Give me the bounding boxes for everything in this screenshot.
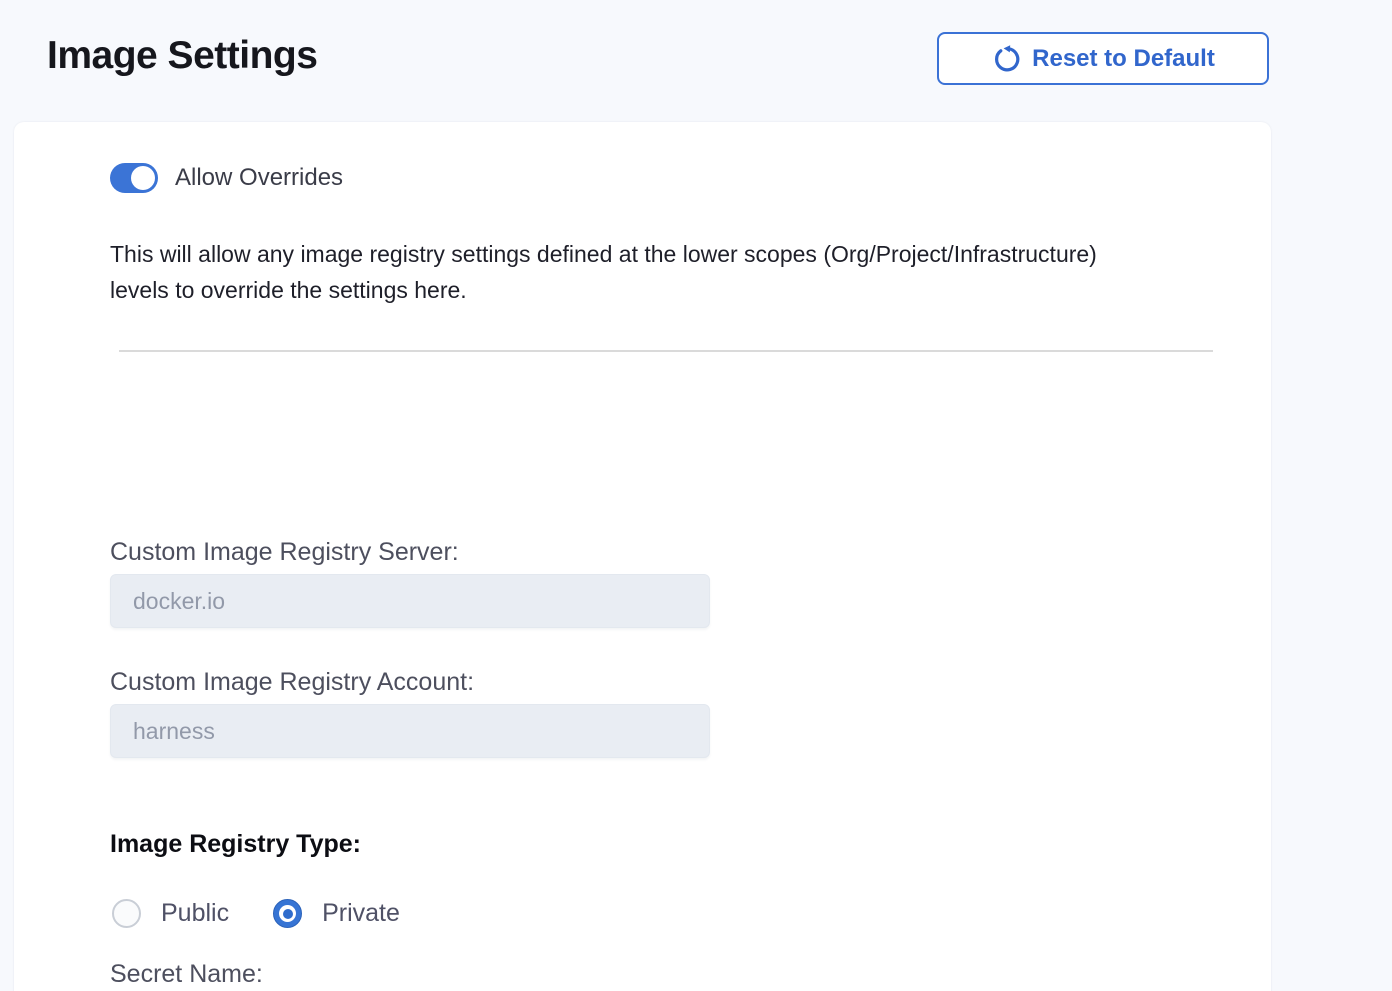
allow-overrides-toggle[interactable]: [110, 163, 158, 193]
overrides-description-line1: This will allow any image registry setti…: [110, 241, 1097, 267]
overrides-description: This will allow any image registry setti…: [110, 236, 1250, 308]
image-settings-card: Allow Overrides This will allow any imag…: [14, 122, 1271, 991]
page-title: Image Settings: [47, 34, 317, 78]
registry-account-label: Custom Image Registry Account:: [110, 668, 474, 697]
registry-type-label: Image Registry Type:: [110, 830, 361, 859]
reset-button-label: Reset to Default: [1032, 45, 1215, 73]
reset-counterclockwise-arrow-icon: [991, 44, 1021, 74]
radio-label-private: Private: [322, 899, 400, 928]
registry-server-input: [110, 574, 710, 628]
toggle-knob: [131, 166, 155, 190]
reset-to-default-button[interactable]: Reset to Default: [937, 32, 1269, 85]
allow-overrides-label: Allow Overrides: [175, 164, 343, 192]
registry-account-input: [110, 704, 710, 758]
radio-label-public: Public: [161, 899, 229, 928]
registry-type-radio-group: Public Private: [112, 899, 400, 928]
allow-overrides-row: Allow Overrides: [110, 163, 343, 193]
radio-option-public[interactable]: Public: [112, 899, 229, 928]
radio-option-private[interactable]: Private: [273, 899, 400, 928]
radio-circle-public: [112, 899, 141, 928]
registry-server-label: Custom Image Registry Server:: [110, 538, 459, 567]
overrides-description-line2: levels to override the settings here.: [110, 277, 467, 303]
section-divider: [119, 350, 1213, 352]
secret-name-label: Secret Name:: [110, 960, 263, 989]
radio-circle-private: [273, 899, 302, 928]
